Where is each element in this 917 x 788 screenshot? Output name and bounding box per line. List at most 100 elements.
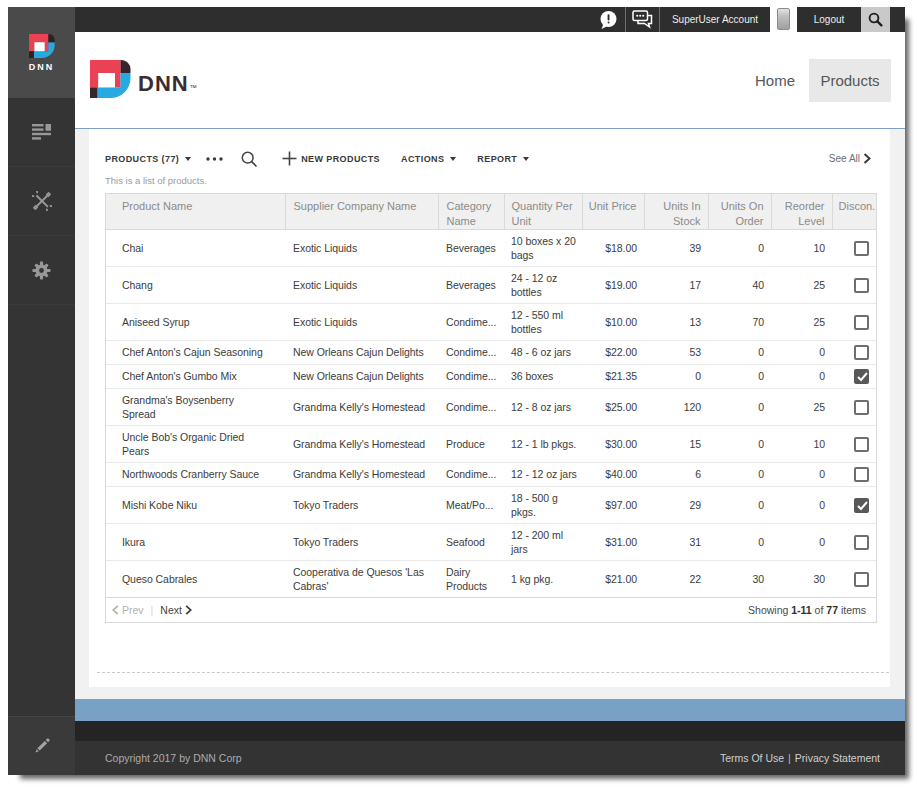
personabar-logo-text: DNN [29,62,55,72]
nav-item-home[interactable]: Home [755,72,795,89]
module-title: PRODUCTS (77) [105,154,179,164]
chevron-right-icon [185,605,192,615]
edit-page-button[interactable] [8,716,75,775]
logout-button[interactable]: Logout [797,7,861,32]
module-title-dropdown[interactable]: PRODUCTS (77) [105,154,191,164]
report-dropdown[interactable]: REPORT [477,154,529,164]
sidebar-item-tools[interactable] [8,167,75,236]
pager-summary-text: Showing [748,604,791,616]
new-products-button[interactable]: NEW PRODUCTS [282,151,380,166]
table-row: Chef Anton's Gumbo MixNew Orleans Cajun … [106,365,876,389]
discontinued-checkbox[interactable] [854,535,869,550]
discontinued-checkbox[interactable] [854,278,869,293]
see-all-link[interactable]: See All [829,153,871,164]
column-header-category[interactable]: Category Name [438,194,504,230]
cell-category: Condime... [438,463,504,487]
dnn-logo-icon [90,60,131,98]
cell-discontinued [832,426,876,463]
sidebar-item-content[interactable] [8,98,75,167]
cell-reorder: 25 [771,304,832,341]
cell-product: Chai [106,230,285,267]
cell-category: Seafood [438,524,504,561]
discontinued-checkbox[interactable] [854,467,869,482]
discontinued-checkbox[interactable] [854,315,869,330]
cell-supplier: New Orleans Cajun Delights [285,341,438,365]
nav-item-products[interactable]: Products [809,59,891,102]
column-header-price[interactable]: Unit Price [582,194,644,230]
cell-quantity: 12 - 550 ml bottles [504,304,582,341]
cell-quantity: 48 - 6 oz jars [504,341,582,365]
column-header-quantity[interactable]: Quantity Per Unit [504,194,582,230]
cell-discontinued [832,463,876,487]
table-row: ChaiExotic LiquidsBeverages10 boxes x 20… [106,230,876,267]
discontinued-checkbox[interactable] [854,369,869,384]
terms-link[interactable]: Terms Of Use [720,752,784,764]
cell-stock: 31 [644,524,708,561]
checkmark-icon [857,372,868,382]
column-header-reorder[interactable]: Reorder Level [771,194,832,230]
more-options-button[interactable] [206,157,223,161]
pencil-icon [33,737,51,755]
cell-reorder: 10 [771,230,832,267]
cell-product: Chef Anton's Gumbo Mix [106,365,285,389]
cell-supplier: Tokyo Traders [285,487,438,524]
products-grid: Product NameSupplier Company NameCategor… [105,193,877,623]
cell-supplier: Exotic Liquids [285,304,438,341]
pager-summary-number: 77 [826,604,838,616]
cell-product: Grandma's Boysenberry Spread [106,389,285,426]
avatar [777,8,790,30]
next-page-button[interactable]: Next [160,604,192,616]
messages-icon [632,10,653,29]
cell-product: Queso Cabrales [106,561,285,598]
cell-supplier: Exotic Liquids [285,267,438,304]
discontinued-checkbox[interactable] [854,572,869,587]
pager-summary: Showing 1-11 of 77 items [748,604,866,616]
cell-product: Northwoods Cranberry Sauce [106,463,285,487]
cell-supplier: Tokyo Traders [285,524,438,561]
cell-stock: 53 [644,341,708,365]
module-description: This is a list of products. [105,175,874,186]
site-header: DNN™ Home Products [75,32,905,128]
column-header-product[interactable]: Product Name [106,194,285,230]
cell-product: Ikura [106,524,285,561]
discontinued-checkbox[interactable] [854,241,869,256]
alerts-button[interactable] [592,7,625,32]
prev-page-button[interactable]: Prev [112,604,144,616]
cell-category: Beverages [438,267,504,304]
cell-discontinued [832,230,876,267]
pager-summary-text: items [838,604,866,616]
sidebar-item-settings[interactable] [8,236,75,305]
table-row: IkuraTokyo TradersSeafood12 - 200 ml jar… [106,524,876,561]
cell-discontinued [832,561,876,598]
search-icon [868,12,883,27]
cell-category: Dairy Products [438,561,504,598]
site-logo[interactable]: DNN™ [90,60,197,98]
cell-price: $21.35 [582,365,644,389]
module-search-button[interactable] [241,151,257,167]
cell-reorder: 30 [771,561,832,598]
cell-reorder: 25 [771,267,832,304]
discontinued-checkbox[interactable] [854,498,869,513]
column-header-supplier[interactable]: Supplier Company Name [285,194,438,230]
topbar-end-spacer [890,7,905,32]
messages-button[interactable] [626,7,659,32]
discontinued-checkbox[interactable] [854,400,869,415]
column-header-stock[interactable]: Units In Stock [644,194,708,230]
discontinued-checkbox[interactable] [854,437,869,452]
column-header-order[interactable]: Units On Order [708,194,771,230]
column-header-discontinued[interactable]: Discon... [832,194,876,230]
alert-bubble-icon [599,10,618,30]
cell-price: $30.00 [582,426,644,463]
cell-product: Mishi Kobe Niku [106,487,285,524]
personabar-logo[interactable]: DNN [8,7,75,98]
user-avatar-area[interactable] [770,7,797,35]
actions-dropdown[interactable]: ACTIONS [401,154,456,164]
cell-supplier: New Orleans Cajun Delights [285,365,438,389]
account-button[interactable]: SuperUser Account [660,7,770,32]
site-search-button[interactable] [861,7,890,32]
privacy-link[interactable]: Privacy Statement [795,752,880,764]
cell-order: 0 [708,463,771,487]
site-nav: Home Products [755,32,891,128]
discontinued-checkbox[interactable] [854,345,869,360]
cell-stock: 0 [644,365,708,389]
